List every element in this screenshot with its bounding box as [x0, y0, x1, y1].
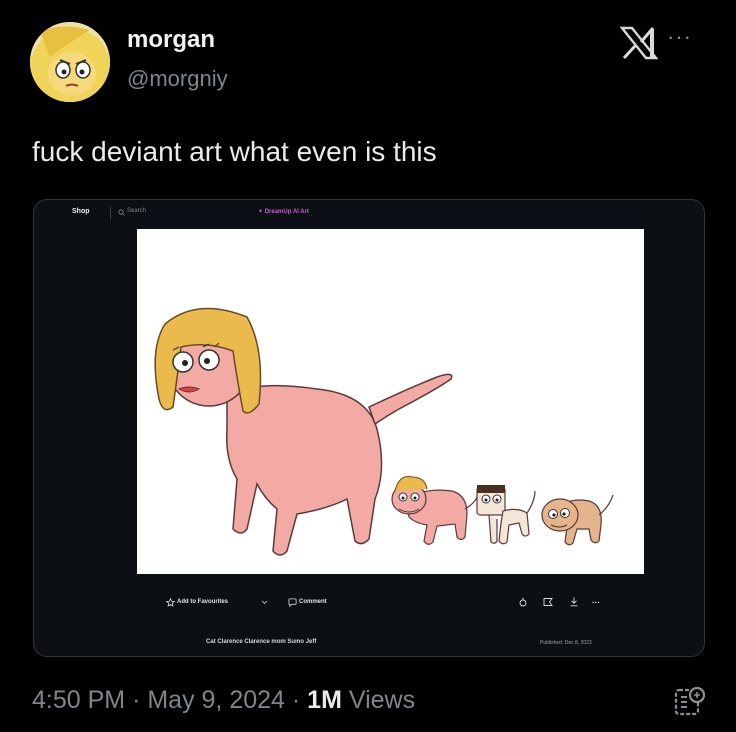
divider [110, 207, 111, 219]
comment-button[interactable]: Comment [299, 599, 327, 605]
separator: · [132, 686, 141, 714]
x-logo-icon[interactable] [620, 26, 658, 60]
more-icon[interactable]: ··· [667, 24, 692, 50]
user-handle[interactable]: @morgniy [127, 66, 228, 92]
views-count: 1M [307, 686, 342, 714]
more-options-button[interactable]: ··· [592, 598, 600, 607]
chevron-down-icon[interactable] [261, 600, 268, 605]
shop-link[interactable]: Shop [72, 208, 90, 215]
artwork-actions: Add to Favourites Comment ··· [34, 596, 704, 616]
add-to-favourites-button[interactable]: Add to Favourites [177, 599, 228, 605]
search-input[interactable]: Search [118, 206, 238, 220]
separator: · [291, 686, 301, 714]
grok-icon[interactable] [673, 684, 707, 718]
artwork-caption: Cat Clarence Clarence mom Sumo Jeff [206, 639, 317, 645]
avatar-image [30, 22, 110, 102]
tweet-meta: 4:50 PM · May 9, 2024 · 1M Views [32, 686, 415, 715]
share-icon[interactable] [518, 597, 528, 607]
artwork-drawing [154, 307, 614, 556]
published-date: Published: Dec 8, 2023 [540, 640, 592, 646]
comment-icon[interactable] [288, 598, 297, 607]
tweet-media[interactable]: Shop Search ✦ DreamUp AI Art Add to Favo… [33, 199, 705, 657]
sparkle-icon: ✦ [258, 209, 265, 215]
dreamup-link[interactable]: ✦ DreamUp AI Art [258, 208, 309, 215]
download-icon[interactable] [569, 597, 579, 607]
avatar[interactable] [30, 22, 110, 102]
tweet-date[interactable]: May 9, 2024 [147, 686, 285, 714]
dreamup-label: DreamUp AI Art [264, 209, 309, 215]
flag-icon[interactable] [543, 597, 553, 607]
display-name[interactable]: morgan [127, 26, 215, 54]
search-icon [118, 209, 125, 216]
search-placeholder: Search [127, 208, 147, 214]
tweet-time[interactable]: 4:50 PM [32, 686, 125, 714]
deviantart-topbar: Shop Search ✦ DreamUp AI Art [34, 200, 704, 228]
star-icon[interactable] [166, 598, 175, 607]
tweet-text: fuck deviant art what even is this [32, 136, 437, 167]
artwork-image[interactable] [137, 229, 644, 574]
views-label: Views [348, 686, 416, 714]
